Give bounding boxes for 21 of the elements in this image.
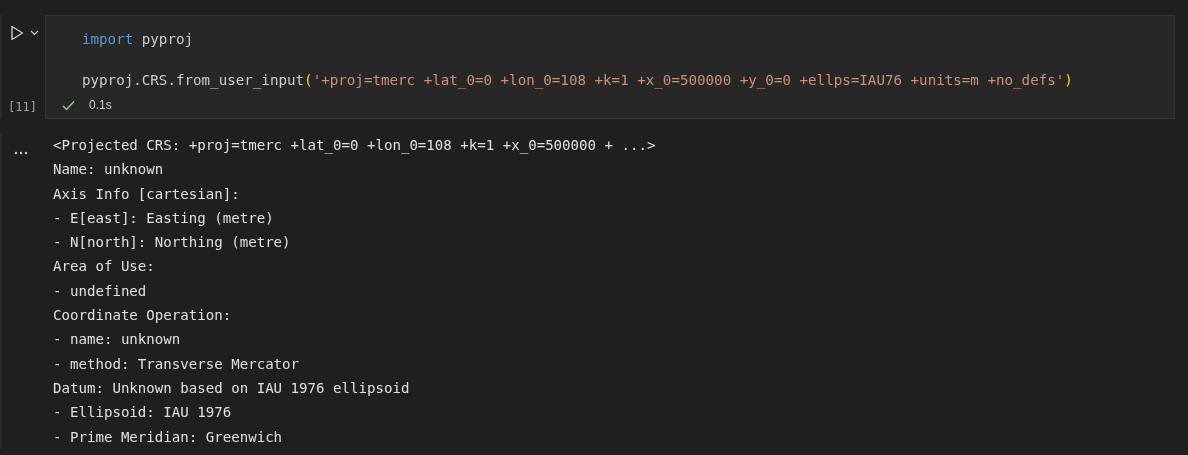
output-line: - E[east]: Easting (metre) xyxy=(53,209,274,226)
code-cell-editor[interactable]: import pyproj pyproj.CRS.from_user_input('+proj=tmerc +lat_0=0 +lon_0=108 +k=1 +x_0=500000 +y_0=0 +ellps=IAU76 +units=m +no_defs') 0.1s xyxy=(45,15,1175,119)
execution-count: [11] xyxy=(7,100,38,116)
output-line: Area of Use: xyxy=(53,258,155,275)
output-line: - undefined xyxy=(53,282,147,299)
execution-time: 0.1s xyxy=(89,98,112,112)
output-line: - Prime Meridian: Greenwich xyxy=(53,428,283,445)
output-line: Axis Info [cartesian]: xyxy=(53,185,240,202)
more-actions-icon[interactable] xyxy=(14,151,28,155)
chevron-down-icon[interactable] xyxy=(30,30,39,36)
output-line: <Projected CRS: +proj=tmerc +lat_0=0 +lon_0=108 +k=1 +x_0=500000 + ...> xyxy=(53,137,656,153)
output-line: - method: Transverse Mercator xyxy=(53,355,300,372)
output-line: - Ellipsoid: IAU 1976 xyxy=(53,404,232,421)
output-line: Name: unknown xyxy=(53,161,164,178)
run-icon[interactable] xyxy=(10,25,24,41)
output-line: Coordinate Operation: xyxy=(53,307,232,324)
output-line: - name: unknown xyxy=(53,331,181,348)
code-line: pyproj.CRS.from_user_input('+proj=tmerc +lat_0=0 +lon_0=108 +k=1 +x_0=500000 +y_0=0 +ellps=IAU76 +units=m +no_defs') xyxy=(82,72,1073,88)
output-line: - N[north]: Northing (metre) xyxy=(53,234,291,251)
code-line: import pyproj xyxy=(82,31,194,47)
output-line: Datum: Unknown based on IAU 1976 ellipsoid xyxy=(53,379,410,396)
